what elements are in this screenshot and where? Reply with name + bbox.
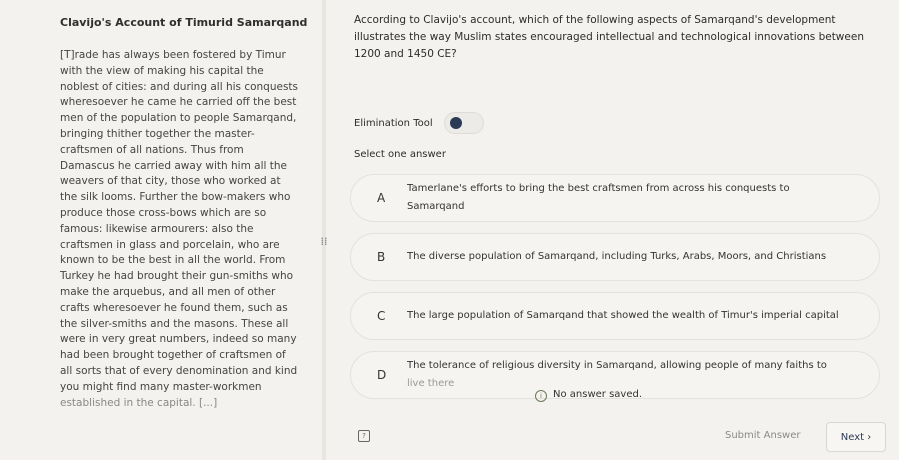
option-letter: D (377, 368, 387, 382)
elimination-tool-label: Elimination Tool (354, 118, 433, 129)
option-text-main: The tolerance of religious diversity in … (407, 360, 827, 371)
option-letter: B (377, 250, 386, 264)
answer-status-text: No answer saved. (553, 389, 643, 400)
question-text: According to Clavijo's account, which of… (354, 14, 864, 60)
info-icon: i (535, 390, 547, 402)
toggle-knob (450, 117, 462, 129)
answer-option-a[interactable]: A Tamerlane's efforts to bring the best … (350, 174, 880, 222)
option-text: Tamerlane's efforts to bring the best cr… (407, 183, 790, 212)
passage-text-cutoff: established in the capital. [...] (60, 396, 218, 409)
option-letter: A (377, 191, 386, 205)
elimination-tool-toggle[interactable] (444, 112, 484, 134)
submit-answer-button[interactable]: Submit Answer (725, 430, 800, 441)
passage-title: Clavijo's Account of Timurid Samarqand (60, 16, 308, 29)
option-text: The large population of Samarqand that s… (407, 310, 839, 321)
passage-body: [T]rade has always been fostered by Timu… (60, 48, 300, 411)
option-text: The diverse population of Samarqand, inc… (407, 251, 827, 262)
option-letter: C (377, 309, 386, 323)
select-one-answer-label: Select one answer (354, 149, 446, 160)
drag-handle-icon[interactable]: ⁞⁞ (319, 235, 329, 249)
panel-divider[interactable] (322, 0, 326, 460)
answer-status: i No answer saved. (535, 389, 642, 402)
option-text-cutoff: live there (407, 378, 455, 389)
passage-panel: Clavijo's Account of Timurid Samarqand [… (0, 0, 322, 460)
option-text: The tolerance of religious diversity in … (407, 357, 847, 393)
answer-option-b[interactable]: B The diverse population of Samarqand, i… (350, 233, 880, 281)
question-panel: According to Clavijo's account, which of… (330, 0, 899, 460)
passage-text: [T]rade has always been fostered by Timu… (60, 49, 299, 393)
answer-option-c[interactable]: C The large population of Samarqand that… (350, 292, 880, 340)
flag-icon[interactable]: ? (358, 430, 370, 442)
next-button[interactable]: Next › (826, 422, 886, 452)
